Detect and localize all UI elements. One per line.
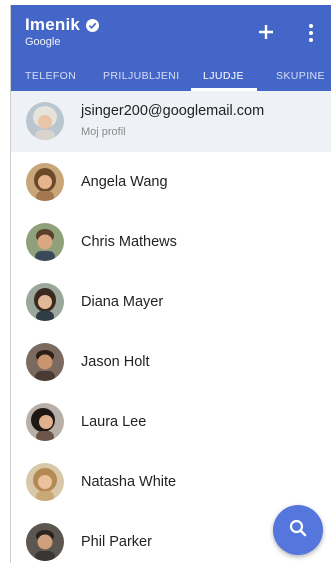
profile-label: Moj profil	[81, 126, 126, 138]
avatar	[26, 523, 64, 561]
search-fab[interactable]	[273, 505, 323, 555]
avatar	[26, 283, 64, 321]
contact-name: Laura Lee	[81, 414, 147, 430]
contact-row[interactable]: Angela Wang	[11, 152, 331, 212]
account-name: Google	[25, 36, 61, 48]
contact-name: Natasha White	[81, 474, 177, 490]
check-circle-icon	[86, 18, 100, 32]
avatar	[26, 102, 64, 140]
contact-row[interactable]: Diana Mayer	[11, 272, 331, 332]
contact-name: Jason Holt	[81, 354, 150, 370]
avatar	[26, 223, 64, 261]
my-profile-row[interactable]: jsinger200@googlemail.com Moj profil	[11, 91, 331, 152]
contact-row[interactable]: Jason Holt	[11, 332, 331, 392]
tab-ljudje[interactable]: LJUDJE	[203, 70, 244, 82]
tab-telefon[interactable]: TELEFON	[25, 70, 76, 82]
avatar	[26, 163, 64, 201]
avatar	[26, 343, 64, 381]
avatar	[26, 403, 64, 441]
contact-row[interactable]: Natasha White	[11, 452, 331, 512]
tab-skupine[interactable]: SKUPINE	[276, 70, 325, 82]
tab-priljubljeni[interactable]: PRILJUBLJENI	[103, 70, 180, 82]
contacts-screen: Imenik Google TELEFON PRILJUBLJENI LJUDJ…	[10, 5, 331, 563]
profile-email: jsinger200@googlemail.com	[81, 103, 265, 119]
search-icon	[288, 518, 308, 543]
contact-name: Chris Mathews	[81, 234, 177, 250]
avatar	[26, 463, 64, 501]
contact-list: jsinger200@googlemail.com Moj profil Ang…	[11, 91, 331, 563]
contact-name: Angela Wang	[81, 174, 168, 190]
app-bar: Imenik Google TELEFON PRILJUBLJENI LJUDJ…	[11, 5, 331, 91]
contact-name: Phil Parker	[81, 534, 152, 550]
contact-name: Diana Mayer	[81, 294, 164, 310]
contact-row[interactable]: Laura Lee	[11, 392, 331, 452]
app-title: Imenik	[25, 15, 81, 34]
more-vertical-icon[interactable]	[304, 22, 318, 44]
account-selector[interactable]: Imenik	[25, 15, 100, 35]
plus-icon[interactable]	[255, 21, 277, 43]
contact-row[interactable]: Chris Mathews	[11, 212, 331, 272]
tab-bar: TELEFON PRILJUBLJENI LJUDJE SKUPINE	[11, 61, 331, 91]
